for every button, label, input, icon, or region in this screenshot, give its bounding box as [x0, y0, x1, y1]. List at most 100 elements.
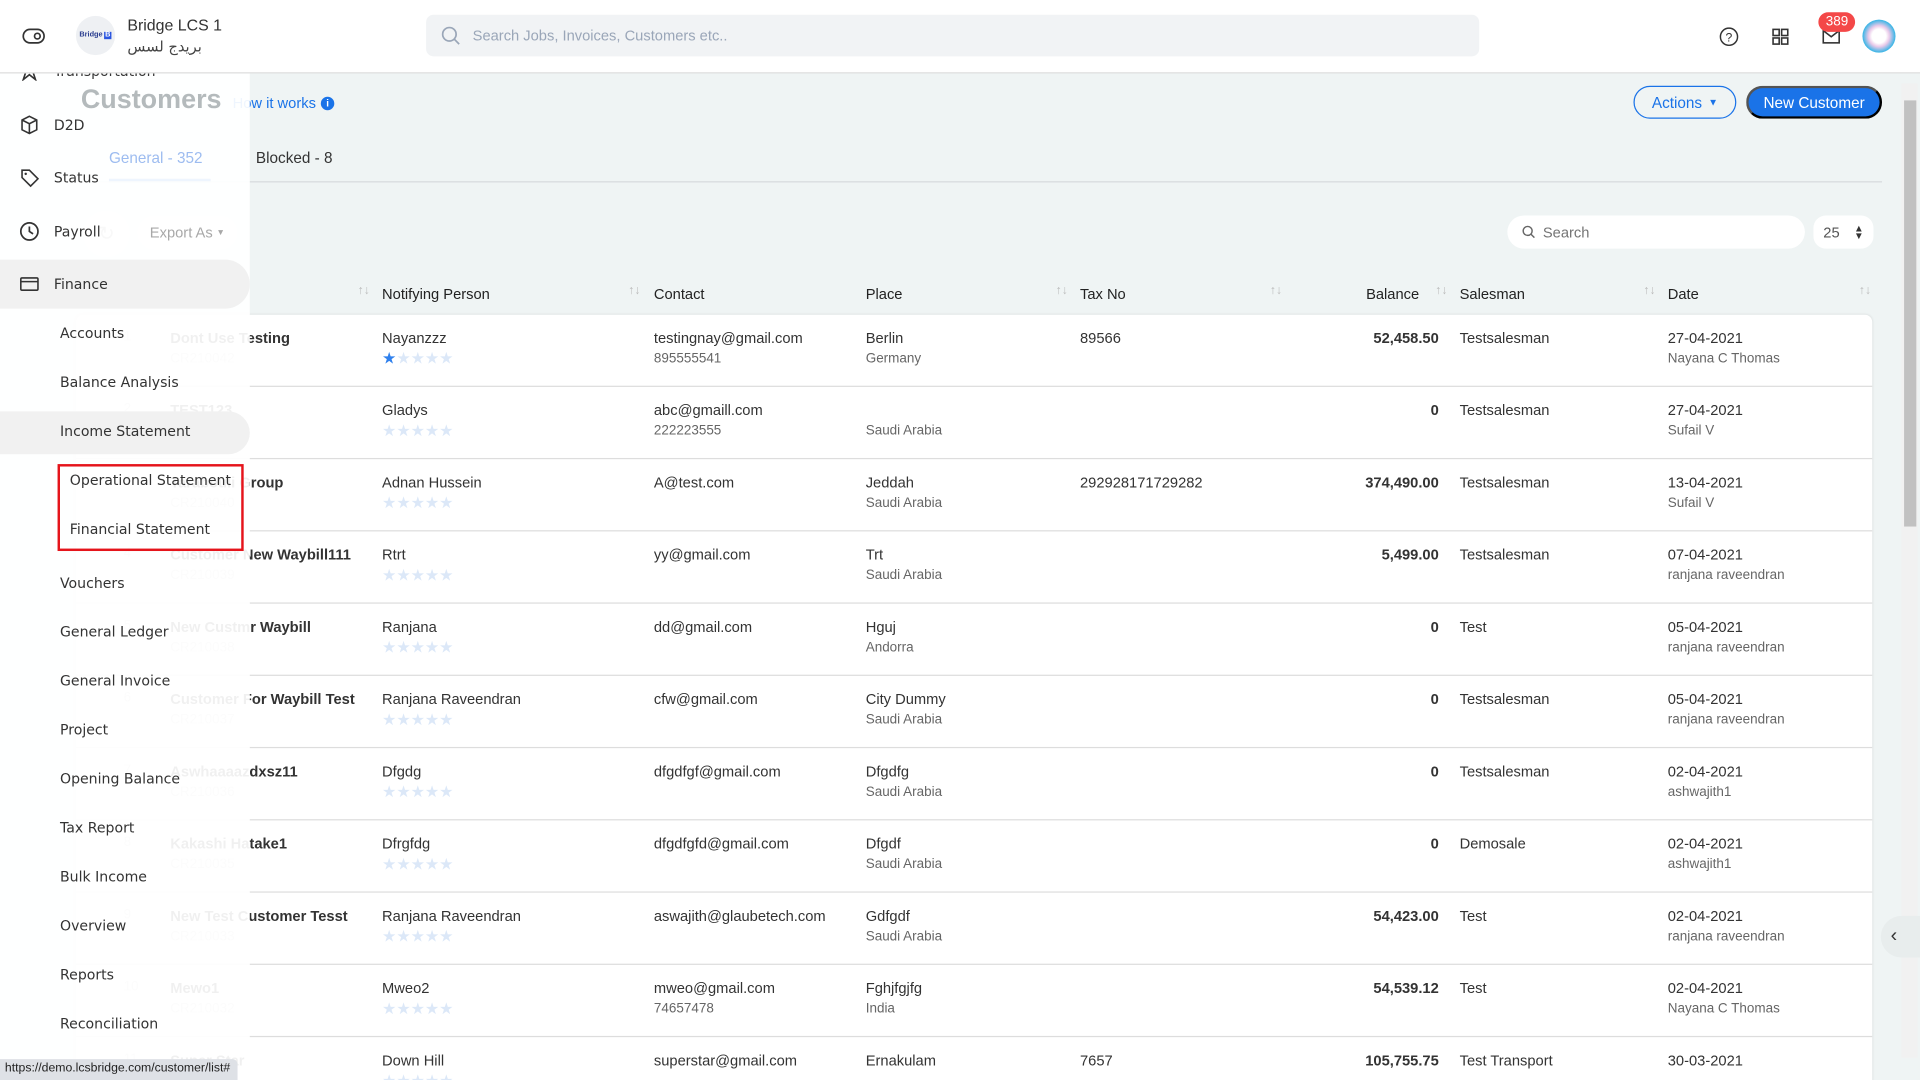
column-header[interactable]: Balance	[1366, 285, 1419, 302]
star-empty-icon[interactable]: ★	[411, 566, 425, 584]
star-empty-icon[interactable]: ★	[425, 710, 439, 728]
star-empty-icon[interactable]: ★	[411, 493, 425, 511]
star-empty-icon[interactable]: ★	[425, 566, 439, 584]
table-row[interactable]: 5New Custmr WaybillCR210038Ranjana★★★★★d…	[75, 604, 1873, 676]
sidebar-subitem-accounts[interactable]: Accounts	[60, 324, 124, 341]
star-empty-icon[interactable]: ★	[439, 1071, 453, 1080]
sidebar-subitem-tax-report[interactable]: Tax Report	[60, 819, 134, 836]
star-empty-icon[interactable]: ★	[425, 638, 439, 656]
star-empty-icon[interactable]: ★	[411, 638, 425, 656]
star-empty-icon[interactable]: ★	[425, 1071, 439, 1080]
sidebar-subitem-reports[interactable]: Reports	[60, 966, 114, 983]
apps-grid-icon[interactable]	[1772, 28, 1789, 45]
sidebar-subitem-reconciliation[interactable]: Reconciliation	[60, 1015, 158, 1032]
column-header[interactable]: Notifying Person	[382, 285, 490, 302]
table-row[interactable]: 10Mewo1CR210032Mweo2★★★★★mweo@gmail.com7…	[75, 965, 1873, 1038]
star-empty-icon[interactable]: ★	[411, 349, 425, 367]
table-row[interactable]: 6Customer For Waybill TestCR210037Ranjan…	[75, 676, 1873, 749]
column-header[interactable]: Contact	[654, 285, 705, 302]
new-customer-button[interactable]: New Customer	[1746, 85, 1883, 119]
star-empty-icon[interactable]: ★	[439, 927, 453, 945]
star-empty-icon[interactable]: ★	[425, 855, 439, 873]
star-empty-icon[interactable]: ★	[382, 999, 396, 1017]
star-empty-icon[interactable]: ★	[439, 421, 453, 439]
star-empty-icon[interactable]: ★	[439, 349, 453, 367]
sidebar-subitem-general-ledger[interactable]: General Ledger	[60, 623, 169, 640]
sidebar-subitem-general-invoice[interactable]: General Invoice	[60, 672, 170, 689]
star-empty-icon[interactable]: ★	[396, 782, 410, 800]
sidebar-subitem-income-statement[interactable]: Income Statement	[60, 422, 190, 439]
global-search[interactable]	[426, 14, 1480, 57]
star-filled-icon[interactable]: ★	[382, 349, 396, 367]
sort-icon[interactable]: ↑↓	[1643, 284, 1655, 297]
sort-icon[interactable]: ↑↓	[358, 284, 370, 297]
star-empty-icon[interactable]: ★	[439, 855, 453, 873]
toggle-icon[interactable]	[22, 28, 45, 44]
column-header[interactable]: Tax No	[1080, 285, 1126, 302]
star-empty-icon[interactable]: ★	[411, 710, 425, 728]
actions-button[interactable]: Actions ▼	[1633, 85, 1737, 119]
table-row[interactable]: 7Aswhaaaazdxsz11CR210036Dfgdg★★★★★dfgdfg…	[75, 748, 1873, 821]
star-empty-icon[interactable]: ★	[396, 421, 410, 439]
page-size-select[interactable]: 25 ▲ ▼	[1813, 215, 1874, 249]
star-empty-icon[interactable]: ★	[411, 421, 425, 439]
table-search[interactable]	[1507, 215, 1805, 249]
star-empty-icon[interactable]: ★	[382, 927, 396, 945]
star-empty-icon[interactable]: ★	[411, 782, 425, 800]
table-row[interactable]: 11Super StarDown Hill★★★★★superstar@gmai…	[76, 1037, 1872, 1080]
table-row[interactable]: 2TEST123CR210041Gladys★★★★★abc@gmaill.co…	[75, 387, 1873, 460]
sidebar-subitem-overview[interactable]: Overview	[60, 917, 126, 934]
star-empty-icon[interactable]: ★	[439, 710, 453, 728]
star-empty-icon[interactable]: ★	[396, 927, 410, 945]
star-empty-icon[interactable]: ★	[382, 782, 396, 800]
star-empty-icon[interactable]: ★	[396, 855, 410, 873]
star-empty-icon[interactable]: ★	[382, 638, 396, 656]
star-empty-icon[interactable]: ★	[425, 927, 439, 945]
table-search-input[interactable]	[1542, 223, 1788, 241]
star-empty-icon[interactable]: ★	[439, 638, 453, 656]
star-empty-icon[interactable]: ★	[425, 999, 439, 1017]
star-empty-icon[interactable]: ★	[411, 1071, 425, 1080]
company-name[interactable]: Bridge LCS 1	[127, 16, 222, 34]
global-search-input[interactable]	[472, 26, 1330, 45]
sort-icon[interactable]: ↑↓	[1859, 284, 1871, 297]
table-row[interactable]: 9New Test Customer TesstCR210033Ranjana …	[75, 893, 1873, 965]
tab-general[interactable]: General - 352	[109, 149, 203, 166]
table-row[interactable]: 4Customer New Waybill111CR210039Rtrt★★★★…	[75, 531, 1873, 604]
sort-icon[interactable]: ↑↓	[1270, 284, 1282, 297]
star-empty-icon[interactable]: ★	[382, 493, 396, 511]
star-empty-icon[interactable]: ★	[425, 782, 439, 800]
help-icon[interactable]: ?	[1719, 27, 1739, 47]
star-empty-icon[interactable]: ★	[396, 493, 410, 511]
star-empty-icon[interactable]: ★	[396, 638, 410, 656]
star-empty-icon[interactable]: ★	[396, 999, 410, 1017]
star-empty-icon[interactable]: ★	[411, 855, 425, 873]
sidebar-subitem-balance-analysis[interactable]: Balance Analysis	[60, 373, 179, 390]
sidebar-subitem-bulk-income[interactable]: Bulk Income	[60, 868, 147, 885]
star-empty-icon[interactable]: ★	[425, 493, 439, 511]
star-empty-icon[interactable]: ★	[382, 710, 396, 728]
star-empty-icon[interactable]: ★	[439, 999, 453, 1017]
scrollbar-thumb[interactable]	[1904, 100, 1917, 527]
star-empty-icon[interactable]: ★	[382, 566, 396, 584]
star-empty-icon[interactable]: ★	[439, 566, 453, 584]
user-avatar[interactable]	[1862, 19, 1896, 53]
export-button[interactable]: Export As ▼	[137, 215, 238, 250]
star-empty-icon[interactable]: ★	[396, 1071, 410, 1080]
column-header[interactable]: Date	[1668, 285, 1699, 302]
sidebar-subitem-opening-balance[interactable]: Opening Balance	[60, 770, 180, 787]
star-empty-icon[interactable]: ★	[411, 999, 425, 1017]
sort-icon[interactable]: ↑↓	[1435, 284, 1447, 297]
tab-blocked[interactable]: Blocked - 8	[256, 149, 333, 166]
sort-icon[interactable]: ↑↓	[1056, 284, 1068, 297]
star-empty-icon[interactable]: ★	[439, 493, 453, 511]
column-header[interactable]: Salesman	[1460, 285, 1525, 302]
sort-icon[interactable]: ↑↓	[628, 284, 640, 297]
sidebar-subitem-project[interactable]: Project	[60, 721, 108, 738]
star-empty-icon[interactable]: ★	[382, 421, 396, 439]
column-header[interactable]: Place	[866, 285, 903, 302]
table-row[interactable]: 8Kakashi Hatake1CR210035Dfrgfdg★★★★★dfgd…	[75, 820, 1873, 893]
star-empty-icon[interactable]: ★	[411, 927, 425, 945]
table-row[interactable]: 3Tarabouli GroupCR210040Adnan Hussein★★★…	[75, 459, 1873, 532]
star-empty-icon[interactable]: ★	[439, 782, 453, 800]
